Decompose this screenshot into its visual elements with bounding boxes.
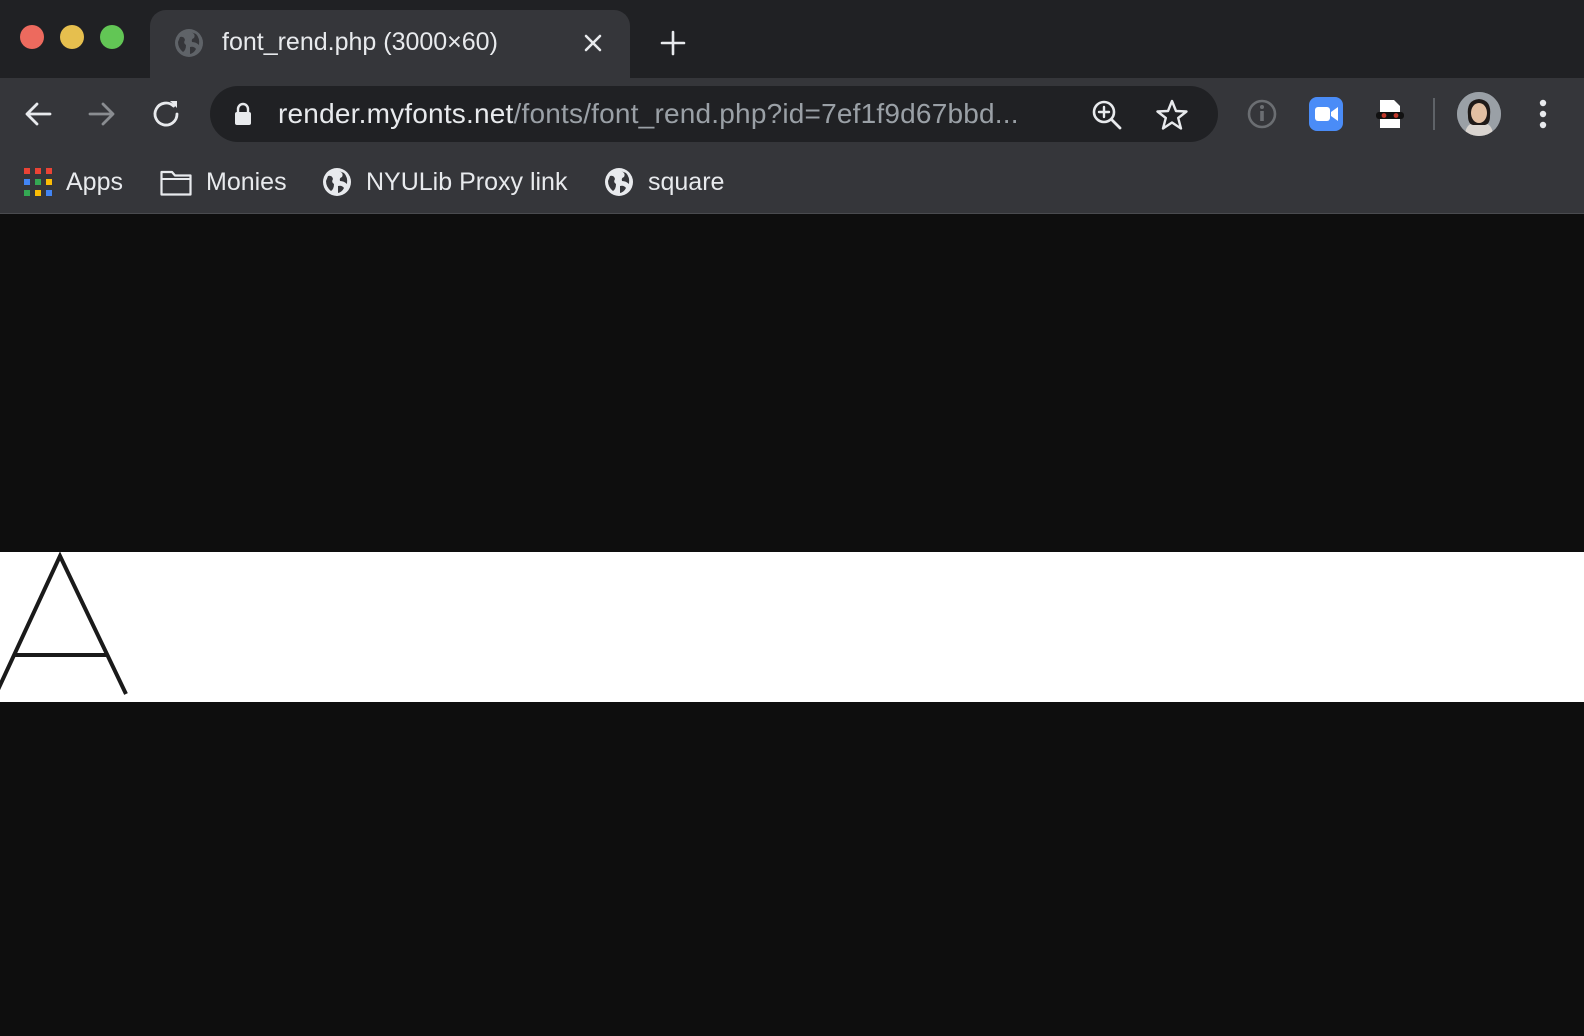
- arrow-right-icon: [88, 102, 115, 126]
- reload-button[interactable]: [146, 94, 186, 134]
- tab-strip: font_rend.php (3000×60): [0, 0, 1584, 78]
- browser-toolbar: render.myfonts.net/fonts/font_rend.php?i…: [0, 78, 1584, 150]
- avatar-icon: [1457, 92, 1501, 136]
- more-menu-icon[interactable]: [1528, 96, 1558, 132]
- zoom-video-extension-icon[interactable]: [1308, 96, 1344, 132]
- tab-title: font_rend.php (3000×60): [222, 28, 498, 56]
- bookmark-square[interactable]: square: [604, 162, 724, 202]
- bookmark-label: Monies: [206, 167, 287, 196]
- globe-icon: [605, 168, 633, 196]
- url-text[interactable]: render.myfonts.net/fonts/font_rend.php?i…: [278, 98, 1019, 130]
- bookmark-apps[interactable]: Apps: [24, 162, 123, 202]
- bookmark-nyulib-proxy-link[interactable]: NYULib Proxy link: [322, 162, 567, 202]
- bookmark-label: Apps: [66, 167, 123, 196]
- forward-button[interactable]: [82, 94, 122, 134]
- window-minimize-button[interactable]: [60, 25, 84, 49]
- lock-icon[interactable]: [232, 102, 254, 126]
- profile-avatar[interactable]: [1457, 92, 1501, 136]
- address-bar[interactable]: render.myfonts.net/fonts/font_rend.php?i…: [210, 86, 1218, 142]
- arrow-left-icon: [25, 102, 52, 126]
- url-host: render.myfonts.net: [278, 98, 514, 129]
- incognito-extension-icon[interactable]: [1372, 96, 1408, 132]
- rendered-font-image: [0, 552, 1584, 702]
- active-tab[interactable]: font_rend.php (3000×60): [150, 10, 630, 78]
- rendered-glyph: [0, 552, 128, 695]
- bookmark-monies[interactable]: Monies: [160, 162, 287, 202]
- window-maximize-button[interactable]: [100, 25, 124, 49]
- apps-grid-icon: [24, 168, 52, 196]
- bookmark-star-icon[interactable]: [1155, 98, 1189, 132]
- window-close-button[interactable]: [20, 25, 44, 49]
- close-icon[interactable]: [578, 28, 608, 58]
- toolbar-divider: [1433, 98, 1435, 130]
- url-path: /fonts/font_rend.php?id=7ef1f9d67bbd...: [513, 98, 1019, 129]
- folder-icon: [160, 170, 192, 196]
- page-viewport: [0, 214, 1584, 1036]
- reload-icon: [153, 101, 179, 127]
- bookmarks-bar: Apps Monies NYULib Proxy link square: [0, 150, 1584, 214]
- back-button[interactable]: [18, 94, 58, 134]
- info-extension-icon[interactable]: [1244, 96, 1280, 132]
- globe-icon: [323, 168, 351, 196]
- zoom-in-icon[interactable]: [1090, 98, 1124, 132]
- globe-icon: [175, 29, 203, 57]
- bookmark-label: square: [648, 167, 725, 196]
- new-tab-plus-icon[interactable]: [658, 28, 688, 58]
- bookmark-label: NYULib Proxy link: [366, 167, 568, 196]
